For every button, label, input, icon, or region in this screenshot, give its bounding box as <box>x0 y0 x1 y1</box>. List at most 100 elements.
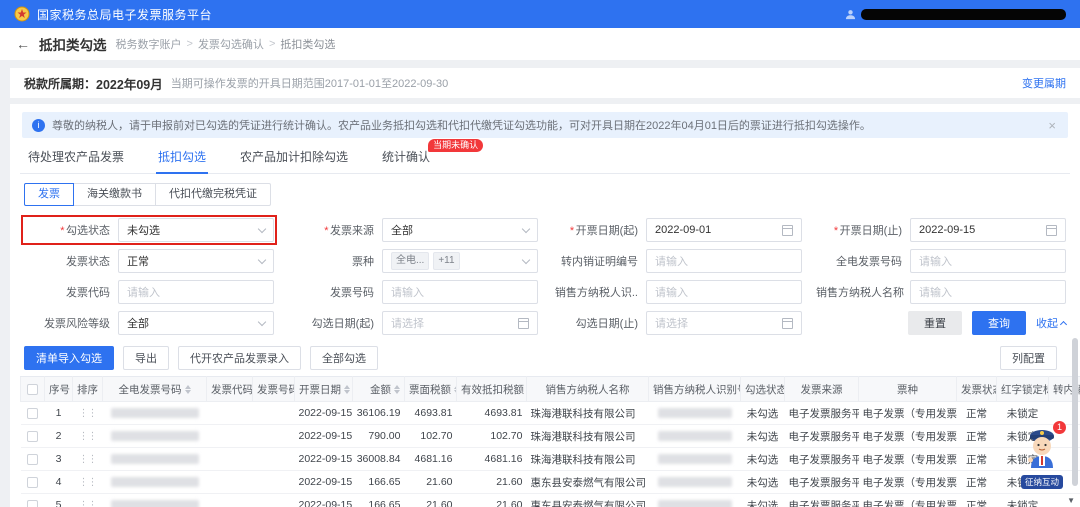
cell-seller_name: 惠东县安泰燃气有限公司 <box>526 493 649 507</box>
select-control[interactable]: 全部 <box>382 218 538 242</box>
input-control[interactable]: 请输入 <box>910 280 1066 304</box>
breadcrumb-separator: > <box>268 38 276 50</box>
close-icon[interactable]: × <box>1046 118 1058 133</box>
col-header-red_flag: 红字锁定标志 <box>996 376 1049 402</box>
cell-checkbox[interactable] <box>20 470 45 494</box>
scroll-down-arrow-icon[interactable]: ▼ <box>1067 496 1075 505</box>
cell-invoice_no <box>102 470 207 494</box>
cell-source: 电子发票服务平台 <box>784 470 859 494</box>
col-header-checkbox[interactable] <box>20 376 45 402</box>
notification-badge: 1 <box>1053 421 1066 434</box>
redacted-value <box>657 477 732 488</box>
cell-checkbox[interactable] <box>20 401 45 425</box>
input-control[interactable]: 请输入 <box>118 280 274 304</box>
required-star: * <box>569 225 574 237</box>
user-area[interactable] <box>845 8 1066 20</box>
select-control[interactable]: 全部 <box>118 311 274 335</box>
col-header-deduct[interactable]: 有效抵扣税额 <box>456 376 527 402</box>
notice-banner: i 尊敬的纳税人，请于申报前对已勾选的凭证进行统计确认。农产品业务抵扣勾选和代扣… <box>22 112 1068 138</box>
chevron-down-icon <box>257 317 267 326</box>
date-control[interactable]: 2022-09-01 <box>646 218 802 242</box>
date-control[interactable]: 2022-09-15 <box>910 218 1066 242</box>
sort-icon[interactable] <box>344 385 350 395</box>
change-period-link[interactable]: 变更属期 <box>1022 75 1066 91</box>
table-row: 1 ⋮⋮ 2022-09-15 36106.19 4693.81 4693.81 珠海港联科… <box>20 401 1080 425</box>
export-button[interactable]: 导出 <box>123 346 169 370</box>
row-checkbox[interactable] <box>27 430 38 442</box>
filter-field-发票风险等级: 发票风险等级 全部 <box>24 311 274 335</box>
sort-icon[interactable] <box>184 385 191 395</box>
col-header-amount[interactable]: 金额 <box>352 376 405 402</box>
cell-code <box>206 424 253 448</box>
sort-icon[interactable] <box>394 385 400 395</box>
cell-type: 电子发票（专用发票） <box>858 470 957 494</box>
input-control[interactable]: 请输入 <box>646 249 802 273</box>
input-control[interactable]: 请输入 <box>910 249 1066 273</box>
assistant-widget[interactable]: 1 征纳互动 <box>1018 421 1066 489</box>
column-label: 有效抵扣税额 <box>461 383 524 396</box>
tab-pending-farm-invoice[interactable]: 待处理农产品发票 <box>26 148 126 173</box>
row-checkbox[interactable] <box>27 476 38 488</box>
col-header-tax[interactable]: 票面税额 <box>404 376 457 402</box>
breadcrumb-item[interactable]: 抵扣类勾选 <box>280 36 335 52</box>
row-checkbox[interactable] <box>27 499 38 507</box>
cell-seller_id <box>648 493 741 507</box>
column-label: 发票代码 <box>211 383 253 396</box>
drag-handle-icon[interactable]: ⋮⋮ <box>79 500 98 507</box>
control-value: 全部 <box>391 225 413 237</box>
tab-farm-extra-deduct[interactable]: 农产品加计扣除勾选 <box>238 148 350 173</box>
collapse-link[interactable]: 收起 <box>1036 315 1068 331</box>
subtab-withhold[interactable]: 代扣代缴完税凭证 <box>155 183 271 206</box>
drag-handle-icon[interactable]: ⋮⋮ <box>79 431 98 442</box>
cell-drag: ⋮⋮ <box>72 447 103 471</box>
drag-handle-icon[interactable]: ⋮⋮ <box>79 454 98 465</box>
cell-inv_status: 正常 <box>956 447 997 471</box>
col-header-invoice_no[interactable]: 全电发票号码 <box>102 376 207 402</box>
cell-drag: ⋮⋮ <box>72 470 103 494</box>
cell-seller_id <box>648 424 741 448</box>
farm-invoice-entry-button[interactable]: 代开农产品发票录入 <box>178 346 301 370</box>
select-control[interactable]: 全电... +11 <box>382 249 538 273</box>
col-header-drag: 排序 <box>72 376 103 402</box>
import-check-button[interactable]: 清单导入勾选 <box>24 346 114 370</box>
cell-seq: 2 <box>44 424 73 448</box>
drag-handle-icon[interactable]: ⋮⋮ <box>79 408 98 419</box>
col-header-type: 票种 <box>858 376 957 402</box>
col-header-date[interactable]: 开票日期 <box>294 376 353 402</box>
select-all-checkbox[interactable] <box>27 383 38 395</box>
date-control[interactable]: 请选择 <box>646 311 802 335</box>
select-control[interactable]: 正常 <box>118 249 274 273</box>
row-checkbox[interactable] <box>27 407 38 419</box>
reset-button[interactable]: 重置 <box>908 311 962 335</box>
check-all-button[interactable]: 全部勾选 <box>310 346 378 370</box>
input-control[interactable]: 请输入 <box>382 280 538 304</box>
filter-label: * 发票来源 <box>323 225 374 237</box>
filter-field-转内销证明编号: 转内销证明编号 请输入 <box>552 249 802 273</box>
tab-deduct-check[interactable]: 抵扣勾选 <box>156 148 209 174</box>
breadcrumb-item[interactable]: 税务数字账户 <box>116 36 182 52</box>
cell-checkbox[interactable] <box>20 424 45 448</box>
table-body: 1 ⋮⋮ 2022-09-15 36106.19 4693.81 4693.81 珠海港联科… <box>20 401 1080 507</box>
subtab-invoice[interactable]: 发票 <box>24 183 74 206</box>
cell-deduct: 4681.16 <box>456 447 527 471</box>
drag-handle-icon[interactable]: ⋮⋮ <box>79 477 98 488</box>
row-checkbox[interactable] <box>27 453 38 465</box>
date-control[interactable]: 请选择 <box>382 311 538 335</box>
cell-checkbox[interactable] <box>20 447 45 471</box>
cell-checkbox[interactable] <box>20 493 45 507</box>
column-config-button[interactable]: 列配置 <box>1000 346 1057 370</box>
cell-source: 电子发票服务平台 <box>784 493 859 507</box>
control-value: 全部 <box>127 318 149 330</box>
subtab-customs[interactable]: 海关缴款书 <box>73 183 156 206</box>
breadcrumb-item[interactable]: 发票勾选确认 <box>198 36 264 52</box>
control-placeholder: 请输入 <box>919 256 952 268</box>
calendar-icon <box>782 317 793 329</box>
input-control[interactable]: 请输入 <box>646 280 802 304</box>
tab-stat-confirm[interactable]: 统计确认 当期未确认 <box>380 139 484 173</box>
cell-type: 电子发票（专用发票） <box>858 493 957 507</box>
select-control[interactable]: 未勾选 <box>118 218 274 242</box>
query-button[interactable]: 查询 <box>972 311 1026 335</box>
cell-inv_status: 正常 <box>956 401 997 425</box>
back-arrow-icon[interactable]: ← <box>16 36 30 52</box>
vertical-scrollbar[interactable] <box>1072 338 1078 486</box>
